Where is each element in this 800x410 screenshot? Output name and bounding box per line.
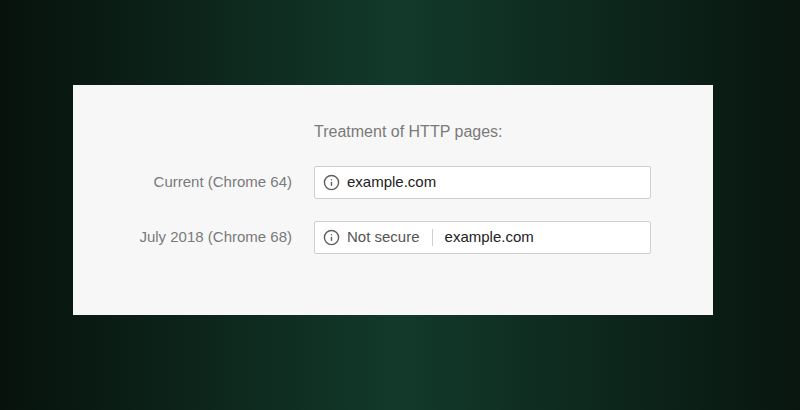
info-card: Treatment of HTTP pages: Current (Chrome …	[73, 85, 713, 315]
info-icon	[323, 174, 340, 191]
page: Treatment of HTTP pages: Current (Chrome …	[0, 0, 800, 410]
url-text: example.com	[347, 171, 436, 194]
address-bar: example.com	[314, 166, 651, 199]
divider	[432, 229, 433, 246]
row-label: Current (Chrome 64)	[73, 166, 292, 199]
row-label: July 2018 (Chrome 68)	[73, 221, 292, 254]
url-text: example.com	[445, 226, 534, 249]
info-icon	[323, 229, 340, 246]
card-heading: Treatment of HTTP pages:	[314, 122, 713, 142]
security-badge: Not secure	[347, 226, 420, 249]
address-bar: Not secure example.com	[314, 221, 651, 254]
